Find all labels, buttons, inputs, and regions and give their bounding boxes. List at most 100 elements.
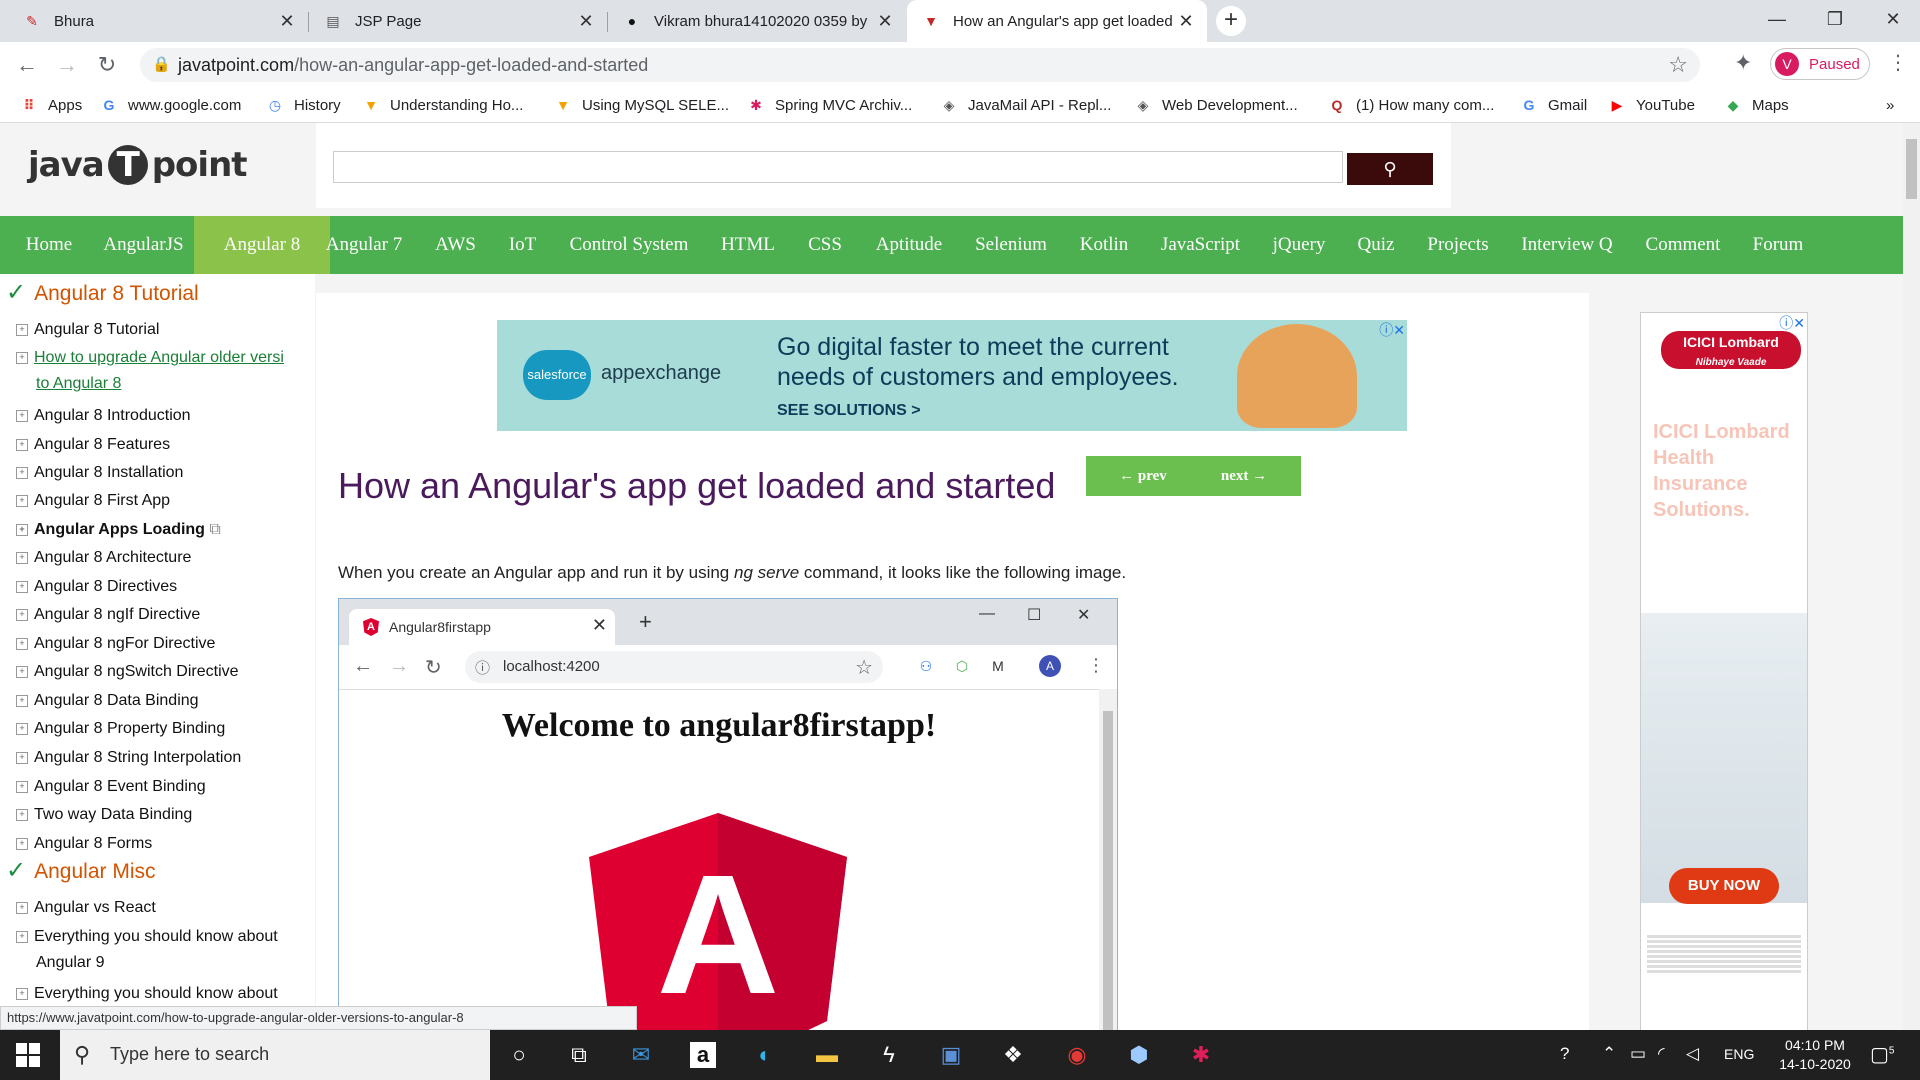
nav-item-comment[interactable]: Comment — [1624, 216, 1742, 274]
mail-icon[interactable]: ✉ — [628, 1042, 654, 1068]
nav-item-aptitude[interactable]: Aptitude — [854, 216, 964, 274]
virtualbox-icon[interactable]: ⬢ — [1126, 1042, 1152, 1068]
nav-item-selenium[interactable]: Selenium — [953, 216, 1069, 274]
sublime-icon[interactable]: ϟ — [876, 1042, 902, 1068]
bookmark-star-icon[interactable]: ☆ — [1668, 52, 1688, 78]
new-tab-button[interactable]: + — [1216, 6, 1246, 36]
bookmark-item[interactable]: ▼ Using MySQL SELE... — [554, 94, 729, 116]
sidebar-link[interactable]: + Angular 8 Tutorial — [16, 321, 159, 339]
amazon-icon[interactable]: a — [690, 1042, 716, 1068]
forward-arrow-icon[interactable]: → — [52, 50, 82, 80]
windows-start-icon[interactable] — [16, 1043, 40, 1067]
close-tab-icon[interactable]: ✕ — [1173, 11, 1199, 32]
bookmark-item[interactable]: ◈ Web Development... — [1134, 94, 1298, 116]
buy-now-button[interactable]: BUY NOW — [1669, 868, 1779, 904]
minimize-button[interactable]: — — [1748, 0, 1806, 40]
url-text[interactable]: javatpoint.com/how-an-angular-app-get-lo… — [178, 55, 648, 76]
close-window-button[interactable]: ✕ — [1864, 0, 1920, 40]
page-scrollbar[interactable] — [1903, 123, 1920, 1030]
sidebar-link[interactable]: Angular 9 — [36, 954, 105, 972]
cortana-icon[interactable]: ○ — [506, 1042, 532, 1068]
bookmark-item[interactable]: Gwww.google.com — [100, 94, 242, 116]
back-arrow-icon[interactable]: ← — [12, 50, 42, 80]
dropbox-icon[interactable]: ❖ — [1000, 1042, 1026, 1068]
extensions-puzzle-icon[interactable]: ✦ — [1734, 50, 1752, 76]
chrome-icon[interactable]: ◉ — [1064, 1042, 1090, 1068]
sidebar-link[interactable]: + Angular 8 Forms — [16, 835, 152, 853]
wifi-icon[interactable]: ◜ — [1658, 1044, 1665, 1064]
sidebar-link[interactable]: + Angular 8 Installation — [16, 464, 183, 482]
nav-item-control-system[interactable]: Control System — [548, 216, 710, 274]
network-icon[interactable]: ▭ — [1630, 1044, 1646, 1064]
address-bar[interactable]: 🔒 javatpoint.com/how-an-angular-app-get-… — [140, 48, 1700, 82]
ad-cta[interactable]: SEE SOLUTIONS > — [777, 402, 921, 420]
sidebar-link[interactable]: + How to upgrade Angular older versi — [16, 349, 284, 367]
nav-item-angular-7[interactable]: Angular 7 — [304, 216, 424, 274]
chevron-up-icon[interactable]: ⌃ — [1602, 1044, 1616, 1064]
sidebar-link[interactable]: + Angular 8 Features — [16, 436, 170, 454]
ad-close-icon[interactable]: ⓘ✕ — [1379, 320, 1405, 340]
close-tab-icon[interactable]: ✕ — [573, 11, 599, 32]
bookmark-item[interactable]: ✱ Spring MVC Archiv... — [747, 94, 912, 116]
nav-item-projects[interactable]: Projects — [1406, 216, 1510, 274]
search-button[interactable]: ⚲ — [1347, 153, 1433, 185]
nav-item-aws[interactable]: AWS — [414, 216, 497, 274]
bookmark-item[interactable]: ▶ YouTube — [1608, 94, 1695, 116]
nav-item-angularjs[interactable]: AngularJS — [82, 216, 205, 274]
prev-button[interactable]: ← prev — [1086, 456, 1200, 496]
file-explorer-icon[interactable]: ▬ — [814, 1042, 840, 1068]
ad-banner[interactable]: salesforce appexchange Go digital faster… — [497, 320, 1407, 431]
tab-javatpoint-active[interactable]: ▼ How an Angular's app get loaded ✕ — [907, 0, 1207, 42]
sidebar-link[interactable]: + Two way Data Binding — [16, 806, 192, 824]
tab-bhura[interactable]: ✎ Bhura ✕ — [8, 0, 308, 42]
edge-icon[interactable]: ◐ — [752, 1042, 778, 1068]
nav-item-javascript[interactable]: JavaScript — [1139, 216, 1262, 274]
nav-item-css[interactable]: CSS — [786, 216, 864, 274]
sidebar-link[interactable]: + Angular 8 String Interpolation — [16, 749, 241, 767]
nav-item-forum[interactable]: Forum — [1732, 216, 1824, 274]
sidebar-link[interactable]: + Angular 8 Introduction — [16, 407, 191, 425]
bookmark-item[interactable]: ⠿ Apps — [20, 94, 83, 116]
notification-icon[interactable]: ▢5 — [1870, 1042, 1894, 1067]
close-tab-icon[interactable]: ✕ — [872, 11, 898, 32]
bookmark-item[interactable]: ◈ JavaMail API - Repl... — [940, 94, 1112, 116]
bookmark-item[interactable]: G Gmail — [1520, 94, 1588, 116]
sidebar-link[interactable]: + Angular 8 Data Binding — [16, 692, 199, 710]
language-indicator[interactable]: ENG — [1724, 1046, 1754, 1062]
close-tab-icon[interactable]: ✕ — [274, 11, 300, 32]
tab-github[interactable]: ● Vikram bhura14102020 0359 by ✕ — [608, 0, 906, 42]
tab-jsp-page[interactable]: ▤ JSP Page ✕ — [309, 0, 607, 42]
sidebar-link[interactable]: + Angular 8 ngIf Directive — [16, 606, 200, 624]
javatpoint-logo[interactable]: java Tpoint — [28, 145, 248, 185]
sidebar-link[interactable]: + Everything you should know about — [16, 928, 278, 946]
nav-item-kotlin[interactable]: Kotlin — [1058, 216, 1150, 274]
bookmark-item[interactable]: Q (1) How many com... — [1328, 94, 1495, 116]
sidebar-link[interactable]: + Angular 8 Directives — [16, 578, 177, 596]
mysql-workbench-icon[interactable]: ▣ — [938, 1042, 964, 1068]
task-view-icon[interactable]: ⧉ — [566, 1042, 592, 1068]
taskbar-search-box[interactable]: ⚲ Type here to search — [60, 1030, 490, 1080]
next-button[interactable]: next → — [1187, 456, 1301, 496]
ad-close-icon[interactable]: ⓘ✕ — [1779, 313, 1805, 333]
help-icon[interactable]: ? — [1560, 1044, 1569, 1064]
sidebar-link[interactable]: + Angular vs React — [16, 899, 156, 917]
nav-item-jquery[interactable]: jQuery — [1251, 216, 1347, 274]
profile-button[interactable]: V Paused — [1770, 48, 1870, 80]
sidebar-link[interactable]: + Angular 8 ngSwitch Directive — [16, 663, 239, 681]
sidebar-link[interactable]: + Angular 8 First App — [16, 492, 170, 510]
slack-icon[interactable]: ✱ — [1188, 1042, 1214, 1068]
nav-item-quiz[interactable]: Quiz — [1336, 216, 1416, 274]
site-search-input[interactable] — [333, 151, 1343, 183]
sidebar-link[interactable]: + Angular 8 Architecture — [16, 549, 191, 567]
bookmark-item[interactable]: ▼ Understanding Ho... — [362, 94, 523, 116]
reload-icon[interactable]: ↻ — [92, 50, 122, 80]
volume-icon[interactable]: ◁ — [1686, 1044, 1699, 1064]
sidebar-link[interactable]: + Angular 8 Event Binding — [16, 778, 206, 796]
sidebar-link[interactable]: + Everything you should know about — [16, 985, 278, 1003]
sidebar-link[interactable]: + Angular 8 Property Binding — [16, 720, 225, 738]
restore-button[interactable]: ❐ — [1806, 0, 1864, 40]
sidebar-link[interactable]: + Angular 8 ngFor Directive — [16, 635, 215, 653]
sidebar-link[interactable]: to Angular 8 — [36, 375, 121, 393]
kebab-menu-icon[interactable]: ⋮ — [1888, 50, 1908, 75]
nav-item-interview-q[interactable]: Interview Q — [1500, 216, 1634, 274]
